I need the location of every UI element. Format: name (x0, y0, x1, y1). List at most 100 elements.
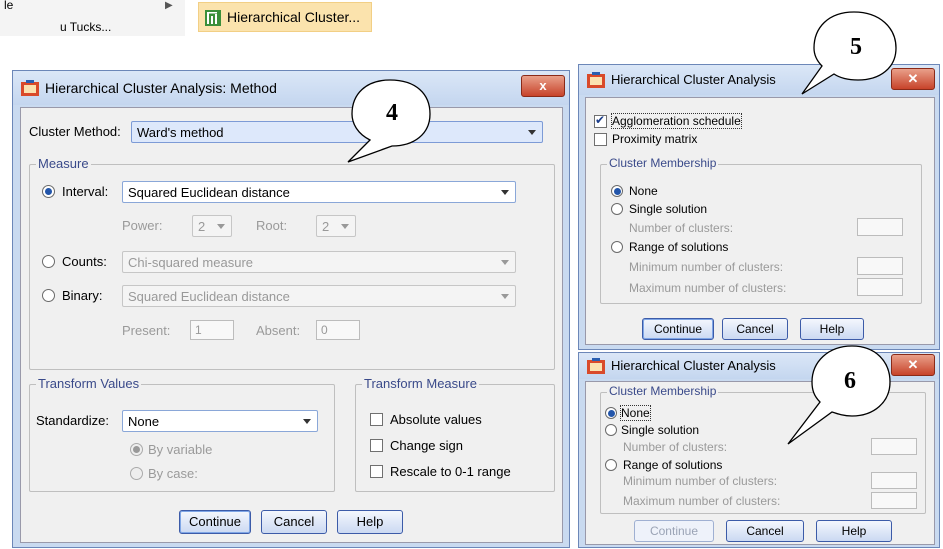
power-value: 2 (198, 219, 206, 234)
maximum-clusters-input[interactable] (857, 278, 903, 296)
single-solution-radio[interactable] (611, 203, 623, 215)
by-variable-radio[interactable] (130, 443, 143, 456)
statistics-dialog-body: Agglomeration schedule Proximity matrix … (585, 97, 935, 345)
chevron-down-icon (528, 130, 536, 135)
submenu-arrow-icon: ▶ (165, 0, 173, 11)
chevron-down-icon (501, 190, 509, 195)
callout-5: 5 (792, 8, 912, 100)
maximum-clusters-label: Maximum number of clusters: (629, 281, 787, 295)
change-sign-checkbox[interactable] (370, 439, 383, 452)
none-label: None (620, 405, 651, 421)
by-variable-label: By variable (148, 442, 213, 457)
analyze-menu-fragment: le u Tucks... ▶ Hierarchical Cluster... (0, 0, 372, 36)
callout-number: 4 (386, 100, 398, 126)
minimum-clusters-input[interactable] (857, 257, 903, 275)
none-radio[interactable] (605, 407, 617, 419)
callout-6: 6 (782, 340, 902, 450)
help-button[interactable]: Help (337, 510, 403, 534)
method-dialog-titlebar[interactable]: Hierarchical Cluster Analysis: Method x (13, 71, 569, 105)
continue-button[interactable]: Continue (634, 520, 714, 542)
proximity-matrix-label: Proximity matrix (612, 132, 698, 146)
none-radio[interactable] (611, 185, 623, 197)
root-select[interactable]: 2 (316, 215, 356, 237)
absolute-values-checkbox[interactable] (370, 413, 383, 426)
range-of-solutions-radio[interactable] (611, 241, 623, 253)
menu-item-label: Hierarchical Cluster... (227, 9, 361, 25)
statistics-dialog: Hierarchical Cluster Analysis ✕ Agglomer… (578, 64, 940, 350)
binary-radio[interactable] (42, 289, 55, 302)
power-label: Power: (122, 218, 163, 233)
cancel-button[interactable]: Cancel (722, 318, 788, 340)
present-value: 1 (195, 323, 202, 337)
statistics-dialog-title: Hierarchical Cluster Analysis (611, 72, 776, 87)
single-solution-label: Single solution (621, 423, 700, 437)
minimum-clusters-input[interactable] (871, 472, 917, 489)
counts-label: Counts: (62, 254, 107, 269)
cancel-button[interactable]: Cancel (726, 520, 804, 542)
present-input[interactable]: 1 (190, 320, 234, 340)
absent-input[interactable]: 0 (316, 320, 360, 340)
chevron-down-icon (501, 260, 509, 265)
help-button[interactable]: Help (816, 520, 892, 542)
method-dialog: Hierarchical Cluster Analysis: Method x … (12, 70, 570, 548)
interval-measure-value: Squared Euclidean distance (128, 185, 290, 200)
standardize-value: None (128, 414, 160, 429)
cluster-membership-legend: Cluster Membership (607, 384, 719, 398)
agglomeration-schedule-checkbox[interactable] (594, 113, 607, 128)
root-label: Root: (256, 218, 288, 233)
counts-measure-select[interactable]: Chi-squared measure (122, 251, 516, 273)
spss-dialog-icon (587, 358, 605, 374)
menu-item-hierarchical-cluster[interactable]: Hierarchical Cluster... (198, 2, 372, 32)
cluster-membership-group: Cluster Membership None Single solution … (600, 156, 922, 304)
help-button[interactable]: Help (800, 318, 864, 340)
interval-label: Interval: (62, 184, 109, 199)
absent-label: Absent: (256, 323, 301, 338)
range-of-solutions-radio[interactable] (605, 459, 617, 471)
absent-value: 0 (321, 323, 328, 337)
close-icon: ✕ (907, 357, 919, 372)
cluster-method-value: Ward's method (137, 125, 224, 140)
binary-measure-select[interactable]: Squared Euclidean distance (122, 285, 516, 307)
power-select[interactable]: 2 (192, 215, 232, 237)
binary-label: Binary: (62, 288, 103, 303)
interval-measure-select[interactable]: Squared Euclidean distance (122, 181, 516, 203)
measure-legend: Measure (36, 156, 91, 171)
transform-values-legend: Transform Values (36, 376, 142, 391)
by-case-radio[interactable] (130, 467, 143, 480)
method-dialog-body: Cluster Method: Ward's method Measure In… (20, 107, 563, 543)
menu-item-partial-2[interactable]: u Tucks... (60, 20, 111, 34)
binary-measure-value: Squared Euclidean distance (128, 289, 290, 304)
spss-dialog-icon (21, 80, 39, 96)
agglomeration-schedule-label: Agglomeration schedule (611, 113, 742, 129)
standardize-label: Standardize: (36, 413, 109, 428)
standardize-select[interactable]: None (122, 410, 318, 432)
chevron-down-icon (341, 224, 349, 229)
continue-button[interactable]: Continue (642, 318, 714, 340)
menu-item-partial[interactable]: le (4, 0, 13, 12)
interval-radio[interactable] (42, 185, 55, 198)
submenu-panel: le u Tucks... ▶ (0, 0, 185, 36)
speech-bubble-shape (787, 345, 891, 445)
chevron-down-icon (303, 419, 311, 424)
measure-group: Measure Interval: Squared Euclidean dist… (29, 156, 555, 370)
single-solution-label: Single solution (629, 202, 708, 216)
continue-button[interactable]: Continue (179, 510, 251, 534)
proximity-matrix-checkbox[interactable] (594, 133, 607, 146)
change-sign-label: Change sign (390, 438, 463, 453)
single-solution-radio[interactable] (605, 424, 617, 436)
present-label: Present: (122, 323, 171, 338)
number-of-clusters-label: Number of clusters: (629, 221, 734, 235)
cluster-membership-legend: Cluster Membership (607, 156, 719, 170)
close-button[interactable]: x (521, 75, 565, 97)
by-case-label: By case: (148, 466, 198, 481)
root-value: 2 (322, 219, 330, 234)
maximum-clusters-input[interactable] (871, 492, 917, 509)
counts-radio[interactable] (42, 255, 55, 268)
number-of-clusters-input[interactable] (857, 218, 903, 236)
none-label: None (629, 184, 658, 198)
counts-measure-value: Chi-squared measure (128, 255, 254, 270)
save-dialog-title: Hierarchical Cluster Analysis (611, 358, 776, 373)
cancel-button[interactable]: Cancel (261, 510, 327, 534)
range-of-solutions-label: Range of solutions (623, 458, 723, 472)
rescale-checkbox[interactable] (370, 465, 383, 478)
